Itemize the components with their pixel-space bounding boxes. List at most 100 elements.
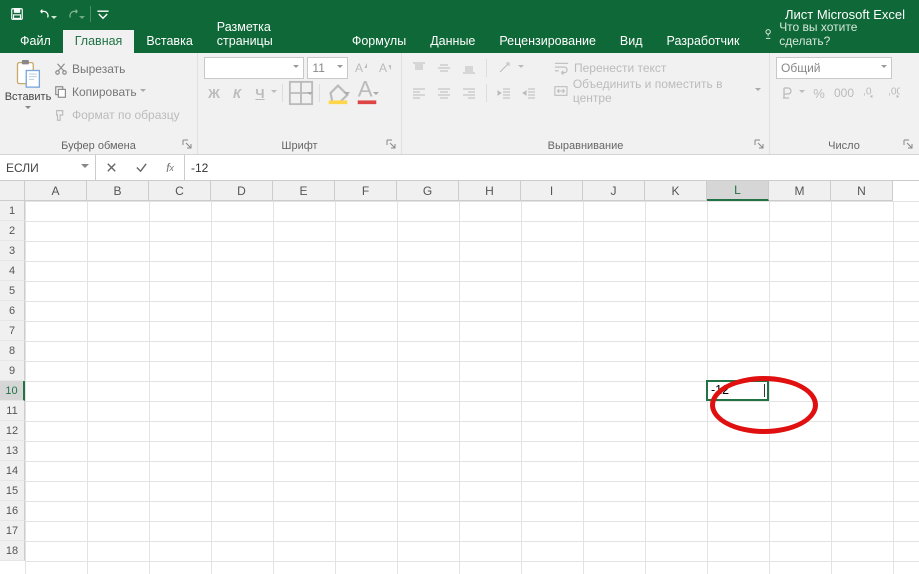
decrease-decimal-button[interactable]: ,00 <box>883 82 905 104</box>
select-all-corner[interactable] <box>0 181 25 201</box>
format-painter-label: Формат по образцу <box>72 108 180 122</box>
column-header[interactable]: L <box>707 181 769 201</box>
quick-access-toolbar <box>4 0 111 28</box>
row-header[interactable]: 6 <box>0 301 25 321</box>
formula-input[interactable]: -12 <box>185 155 919 180</box>
column-header[interactable]: D <box>211 181 273 201</box>
copy-button[interactable]: Копировать <box>54 82 180 102</box>
tab-file[interactable]: Файл <box>8 30 63 53</box>
underline-button[interactable]: Ч <box>250 82 270 104</box>
column-header[interactable]: A <box>25 181 87 201</box>
redo-button[interactable] <box>60 2 86 26</box>
font-name-combo[interactable] <box>204 57 304 79</box>
font-dialog-launcher[interactable] <box>384 137 398 151</box>
row-header[interactable]: 5 <box>0 281 25 301</box>
orientation-button[interactable] <box>493 57 515 79</box>
ribbon-tabs: Файл Главная Вставка Разметка страницы Ф… <box>0 28 919 53</box>
percent-format-button[interactable]: % <box>808 82 830 104</box>
tab-insert[interactable]: Вставка <box>134 30 204 53</box>
align-left-button[interactable] <box>408 82 430 104</box>
active-cell[interactable]: -12 <box>706 380 769 401</box>
row-header[interactable]: 4 <box>0 261 25 281</box>
row-header[interactable]: 12 <box>0 421 25 441</box>
column-header[interactable]: N <box>831 181 893 201</box>
column-header[interactable]: E <box>273 181 335 201</box>
group-font-label: Шрифт <box>198 140 401 152</box>
column-header[interactable]: F <box>335 181 397 201</box>
svg-text:A: A <box>358 80 373 102</box>
svg-text:▼: ▼ <box>386 62 391 74</box>
tab-developer[interactable]: Разработчик <box>655 30 752 53</box>
column-header[interactable]: J <box>583 181 645 201</box>
tell-me[interactable]: Что вы хотите сделать? <box>751 16 919 53</box>
column-header[interactable]: M <box>769 181 831 201</box>
column-header[interactable]: K <box>645 181 707 201</box>
merge-center-button[interactable]: Объединить и поместить в центре <box>552 81 763 101</box>
tab-data[interactable]: Данные <box>418 30 487 53</box>
qat-customize-button[interactable] <box>95 2 111 26</box>
column-header[interactable]: H <box>459 181 521 201</box>
align-middle-button[interactable] <box>433 57 455 79</box>
tab-formulas[interactable]: Формулы <box>340 30 418 53</box>
wrap-text-button[interactable]: Перенести текст <box>552 58 763 78</box>
insert-function-button[interactable]: fx <box>156 161 184 175</box>
tab-view[interactable]: Вид <box>608 30 655 53</box>
tab-home[interactable]: Главная <box>63 30 135 53</box>
spreadsheet-grid[interactable]: -12 ABCDEFGHIJKLMN1234567891011121314151… <box>0 181 919 574</box>
column-header[interactable]: I <box>521 181 583 201</box>
accounting-format-button[interactable] <box>776 82 798 104</box>
comma-format-button[interactable]: 000 <box>833 82 855 104</box>
increase-decimal-button[interactable]: ,0 <box>858 82 880 104</box>
number-dialog-launcher[interactable] <box>901 137 915 151</box>
number-format-combo[interactable]: Общий <box>776 57 892 79</box>
font-size-combo[interactable]: 11 <box>307 57 347 79</box>
row-header[interactable]: 3 <box>0 241 25 261</box>
copy-label: Копировать <box>72 85 137 99</box>
row-header[interactable]: 7 <box>0 321 25 341</box>
row-header[interactable]: 17 <box>0 521 25 541</box>
align-right-button[interactable] <box>458 82 480 104</box>
name-box[interactable]: ЕСЛИ <box>0 155 96 180</box>
row-header[interactable]: 8 <box>0 341 25 361</box>
cancel-formula-button[interactable] <box>96 155 126 180</box>
decrease-font-button[interactable]: A▼ <box>374 57 395 79</box>
row-header[interactable]: 16 <box>0 501 25 521</box>
alignment-dialog-launcher[interactable] <box>752 137 766 151</box>
align-bottom-button[interactable] <box>458 57 480 79</box>
font-color-button[interactable]: A <box>354 82 380 104</box>
cut-button[interactable]: Вырезать <box>54 59 180 79</box>
align-top-button[interactable] <box>408 57 430 79</box>
borders-button[interactable] <box>288 82 314 104</box>
row-header[interactable]: 1 <box>0 201 25 221</box>
row-header[interactable]: 9 <box>0 361 25 381</box>
row-header[interactable]: 10 <box>0 381 25 401</box>
tab-page-layout[interactable]: Разметка страницы <box>205 16 340 53</box>
row-header[interactable]: 11 <box>0 401 25 421</box>
save-button[interactable] <box>4 2 30 26</box>
fill-color-button[interactable] <box>325 82 351 104</box>
row-header[interactable]: 14 <box>0 461 25 481</box>
enter-formula-button[interactable] <box>126 155 156 180</box>
column-header[interactable]: B <box>87 181 149 201</box>
format-painter-button[interactable]: Формат по образцу <box>54 105 180 125</box>
italic-button[interactable]: К <box>227 82 247 104</box>
paste-button[interactable]: Вставить <box>6 57 50 125</box>
increase-indent-button[interactable] <box>518 82 540 104</box>
increase-font-button[interactable]: A▲ <box>351 57 372 79</box>
row-header[interactable]: 18 <box>0 541 25 561</box>
row-header[interactable]: 15 <box>0 481 25 501</box>
row-header[interactable]: 13 <box>0 441 25 461</box>
tab-review[interactable]: Рецензирование <box>487 30 608 53</box>
formula-bar: ЕСЛИ fx -12 <box>0 155 919 181</box>
bold-button[interactable]: Ж <box>204 82 224 104</box>
column-header[interactable]: C <box>149 181 211 201</box>
column-header[interactable]: G <box>397 181 459 201</box>
decrease-indent-button[interactable] <box>493 82 515 104</box>
clipboard-dialog-launcher[interactable] <box>180 137 194 151</box>
group-alignment: Перенести текст Объединить и поместить в… <box>402 53 770 154</box>
align-center-button[interactable] <box>433 82 455 104</box>
group-clipboard-label: Буфер обмена <box>0 140 197 152</box>
undo-button[interactable] <box>32 2 58 26</box>
row-header[interactable]: 2 <box>0 221 25 241</box>
group-number: Общий % 000 ,0 ,00 Число <box>770 53 918 154</box>
